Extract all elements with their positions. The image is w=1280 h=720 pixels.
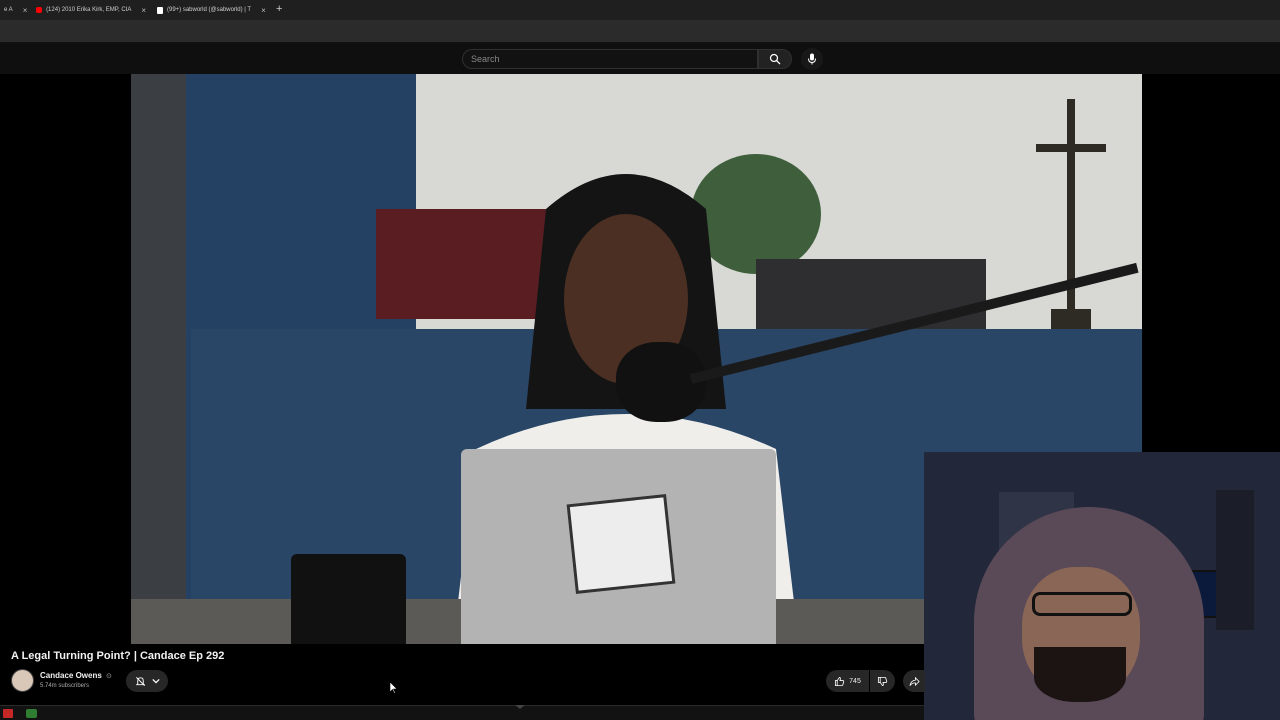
like-count: 745 [849,677,861,685]
tiktok-icon [157,6,163,14]
youtube-icon [36,7,43,13]
search-button[interactable] [758,49,792,69]
verified-icon: ⊙ [106,673,112,680]
chevron-down-icon [151,678,160,684]
share-icon [909,676,920,686]
tab-close-icon[interactable]: × [141,6,146,15]
thumbs-up-icon [835,676,845,686]
mouse-cursor-icon [390,682,398,694]
taskbar-app-icon[interactable] [26,709,37,718]
subscriber-count: 5.74m subscribers [40,683,90,689]
tab-close-icon[interactable]: × [261,6,266,15]
tab-close-icon[interactable]: × [23,6,28,15]
video-title: A Legal Turning Point? | Candace Ep 292 [11,650,225,662]
thumbs-down-icon [877,676,888,686]
webcam-beard [1034,647,1126,702]
browser-tab-1[interactable]: e A × [0,2,30,18]
microphone-icon [808,53,816,65]
browser-tab-strip: e A × (124) 2010 Erika Kirk, EMP, CIA × … [0,0,1280,20]
new-tab-button[interactable]: + [276,3,282,15]
browser-tab-2[interactable]: (124) 2010 Erika Kirk, EMP, CIA × [32,2,150,18]
search-input[interactable]: Search [462,49,758,69]
search-icon [769,53,781,65]
taskbar-caret-icon [515,705,525,709]
taskbar [0,705,924,720]
tab-label: (99+) sabworld (@sabworld) | T [167,7,252,13]
share-button[interactable] [903,670,925,692]
webcam-glasses [1032,592,1132,616]
channel-name[interactable]: Candace Owens [40,671,102,680]
notification-bell-button[interactable] [126,670,168,692]
channel-avatar[interactable] [11,669,34,692]
video-laptop-sticker [566,494,676,594]
tab-label: (124) 2010 Erika Kirk, EMP, CIA [46,7,132,13]
webcam-overlay [924,452,1280,720]
bell-icon [135,676,145,686]
browser-address-bar[interactable] [0,20,1280,44]
webcam-shelf [1216,490,1254,630]
youtube-header: Search [0,44,1280,74]
taskbar-app-icon[interactable] [3,709,13,718]
voice-search-button[interactable] [801,48,823,70]
like-button[interactable]: 745 [826,670,869,692]
video-mug [291,554,406,644]
tab-label: e A [4,7,13,13]
browser-tab-3[interactable]: (99+) sabworld (@sabworld) | T × [153,2,271,18]
dislike-button[interactable] [870,670,895,692]
